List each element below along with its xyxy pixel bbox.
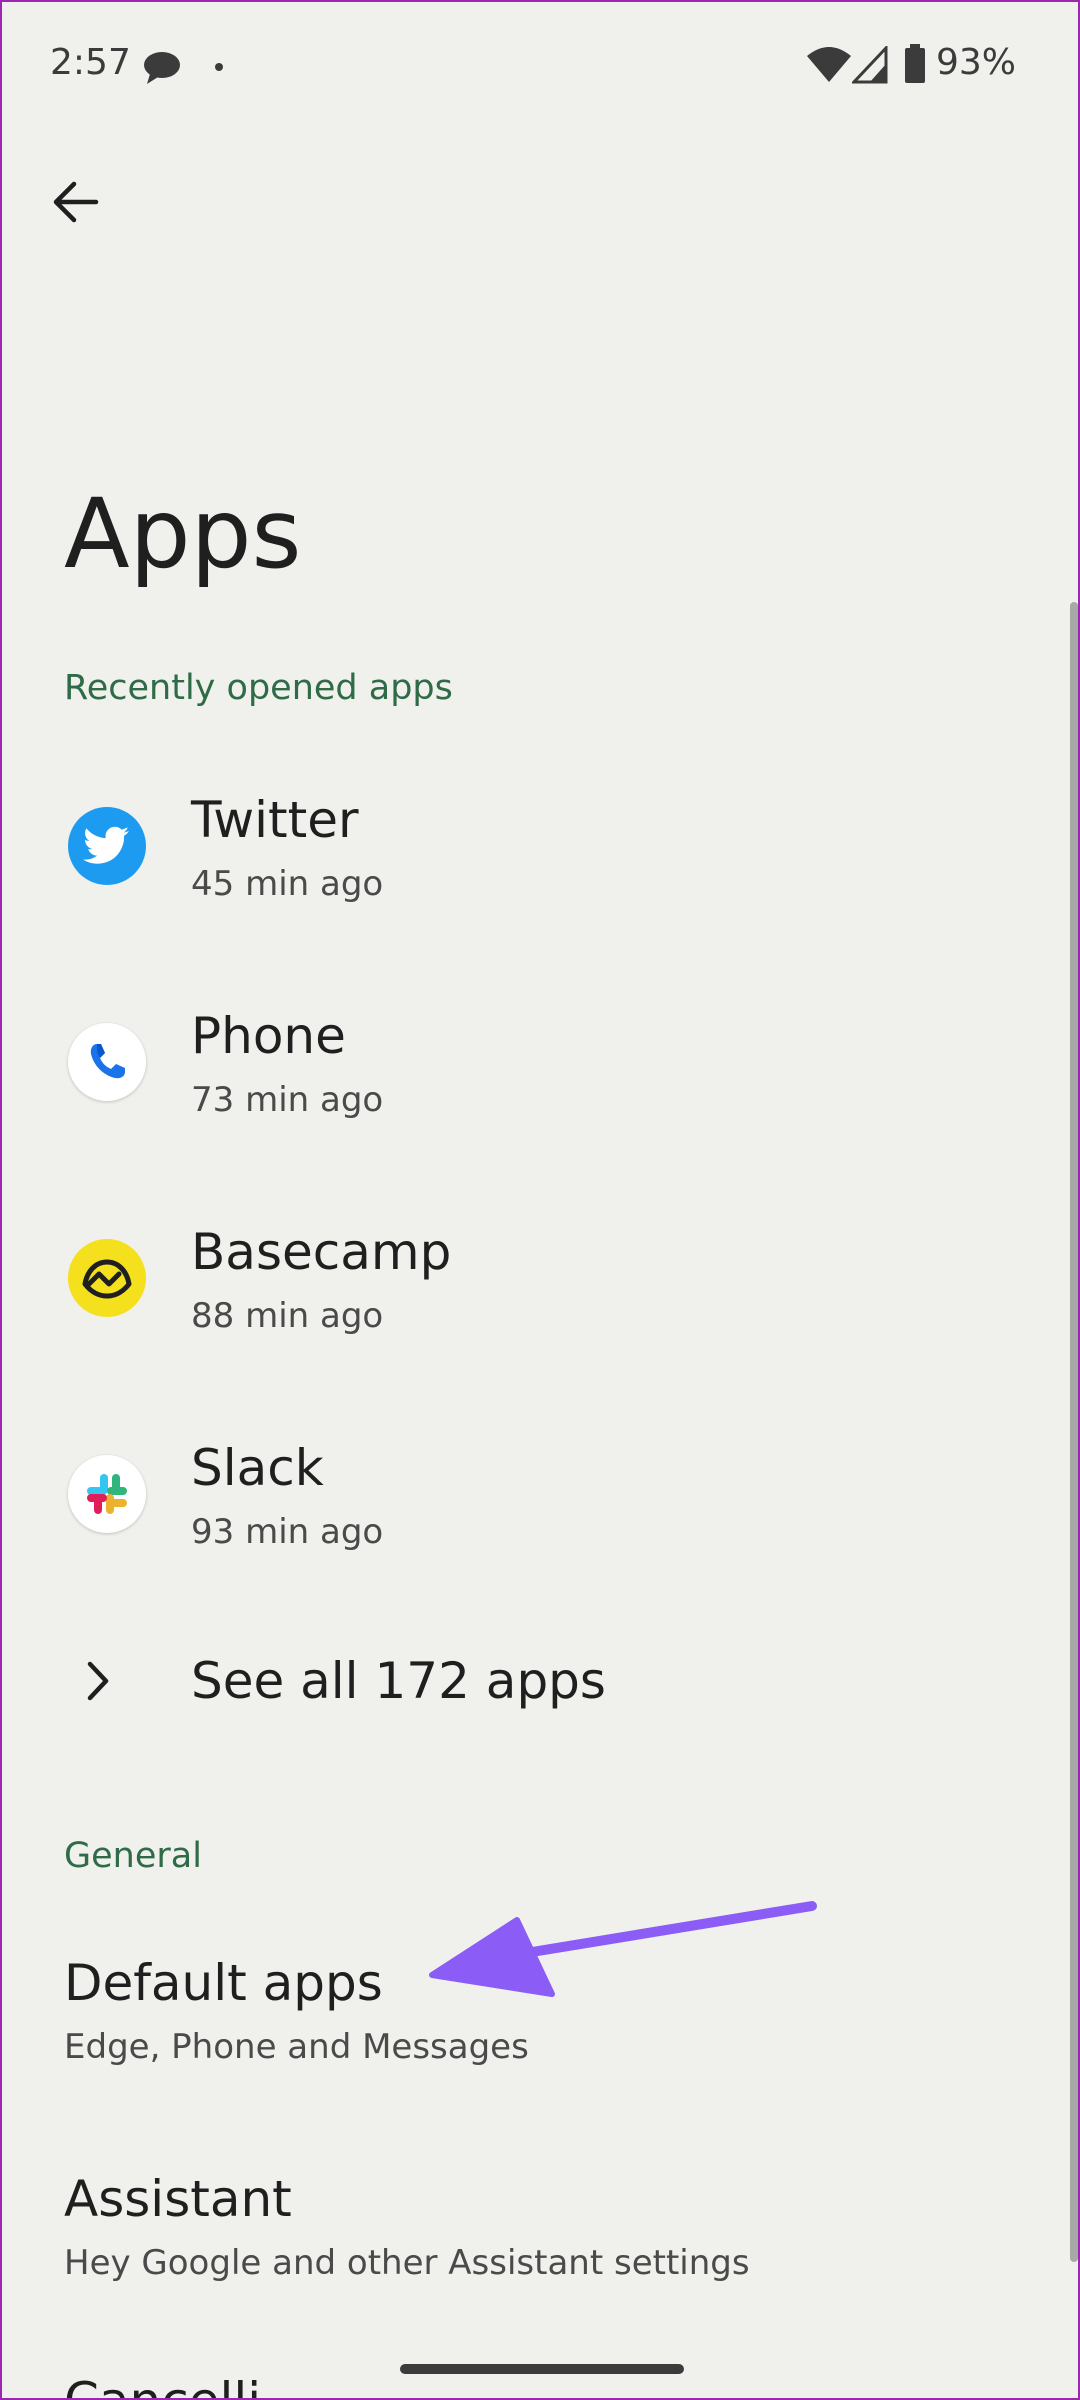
app-name: Twitter bbox=[191, 791, 359, 849]
section-header-general: General bbox=[64, 1836, 202, 1876]
app-last-opened: 93 min ago bbox=[191, 1512, 384, 1552]
see-all-apps-label: See all 172 apps bbox=[191, 1652, 606, 1710]
app-row-phone[interactable]: Phone 73 min ago bbox=[2, 963, 1062, 1163]
annotation-arrow-icon bbox=[429, 1901, 817, 1997]
home-indicator[interactable] bbox=[400, 2364, 684, 2374]
app-row-basecamp[interactable]: Basecamp 88 min ago bbox=[2, 1179, 1062, 1379]
phone-icon bbox=[68, 1023, 146, 1101]
screen: 2:57 93% Apps Recently opened apps Twitt… bbox=[0, 0, 1080, 2400]
page-title: Apps bbox=[64, 478, 302, 591]
twitter-icon bbox=[68, 807, 146, 885]
app-last-opened: 88 min ago bbox=[191, 1296, 384, 1336]
chevron-right-icon bbox=[87, 1661, 109, 1701]
basecamp-icon bbox=[68, 1239, 146, 1317]
message-notification-icon bbox=[144, 52, 180, 84]
arrow-back-icon bbox=[53, 181, 99, 223]
app-last-opened: 45 min ago bbox=[191, 864, 384, 904]
battery-icon bbox=[905, 44, 925, 83]
back-button[interactable] bbox=[36, 162, 116, 242]
status-bar: 2:57 93% bbox=[2, 2, 1078, 132]
assistant-item[interactable]: Assistant Hey Google and other Assistant… bbox=[2, 2118, 1062, 2318]
section-header-recent: Recently opened apps bbox=[64, 668, 453, 708]
setting-subtitle: Edge, Phone and Messages bbox=[64, 2027, 529, 2067]
setting-title: Default apps bbox=[64, 1954, 383, 2012]
app-name: Phone bbox=[191, 1007, 346, 1065]
setting-subtitle: Hey Google and other Assistant settings bbox=[64, 2243, 750, 2283]
setting-title-partial[interactable]: Cancelli bbox=[64, 2376, 261, 2398]
setting-title: Assistant bbox=[64, 2170, 292, 2228]
see-all-apps-button[interactable]: See all 172 apps bbox=[2, 1612, 1062, 1752]
signal-icon bbox=[852, 46, 888, 84]
app-name: Basecamp bbox=[191, 1223, 452, 1281]
scrollbar[interactable] bbox=[1070, 602, 1078, 2262]
slack-icon bbox=[68, 1455, 146, 1533]
status-time: 2:57 bbox=[50, 42, 131, 83]
wifi-icon bbox=[807, 47, 851, 82]
app-last-opened: 73 min ago bbox=[191, 1080, 384, 1120]
battery-percentage: 93% bbox=[936, 42, 1017, 83]
app-row-twitter[interactable]: Twitter 45 min ago bbox=[2, 747, 1062, 947]
app-row-slack[interactable]: Slack 93 min ago bbox=[2, 1395, 1062, 1595]
notification-dot-icon bbox=[215, 63, 223, 71]
app-name: Slack bbox=[191, 1439, 324, 1497]
